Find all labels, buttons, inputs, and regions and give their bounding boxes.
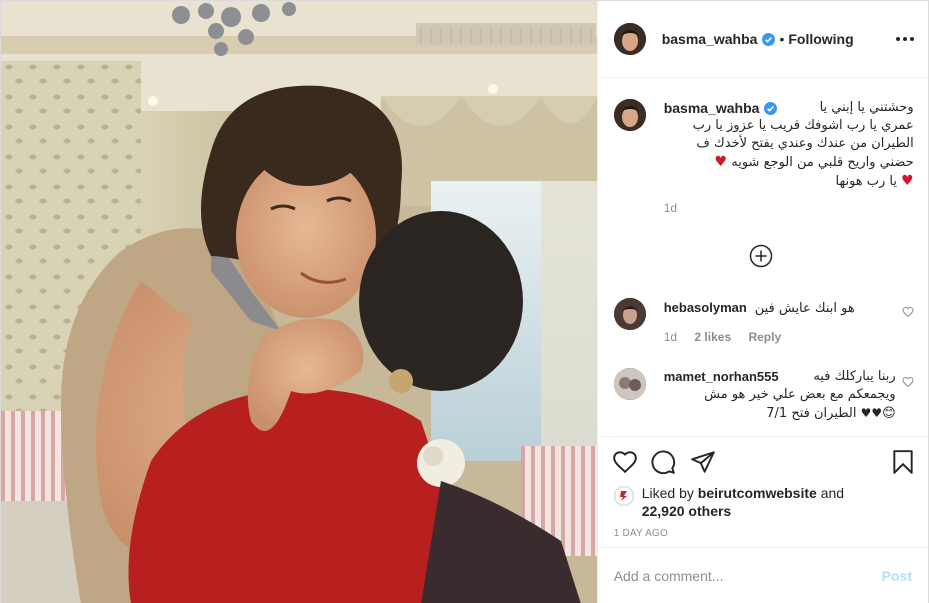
- comment-item: mamet_norhan555 ربنا يباركلك فيه ويجمعكم…: [613, 368, 914, 423]
- author-username[interactable]: basma_wahba: [662, 31, 758, 47]
- liked-by-others-count[interactable]: 22,920 others: [642, 503, 732, 519]
- comment-text-line-1: ربنا يباركلك فيه: [813, 369, 896, 384]
- post-actions-section: Liked by beirutcomwebsite and 22,920 oth…: [597, 436, 928, 547]
- comment-avatar[interactable]: [613, 368, 646, 400]
- blushing-face-emoji-icon: 😊: [882, 406, 896, 421]
- caption-author-avatar[interactable]: [613, 99, 646, 131]
- action-bar: [612, 449, 918, 475]
- post-side-panel: basma_wahba • Following basma_wahba وحشت…: [596, 1, 928, 603]
- caption-line-3: الطيران من عندك وعندي يفتح لأخدك ف: [696, 136, 914, 151]
- caption-username[interactable]: basma_wahba: [664, 99, 760, 117]
- liked-by-avatar[interactable]: [613, 486, 634, 506]
- comment-username[interactable]: mamet_norhan555: [664, 368, 779, 386]
- comment-username[interactable]: hebasolyman: [664, 300, 747, 315]
- add-comment-section: Post: [597, 547, 928, 603]
- liked-by-user[interactable]: beirutcomwebsite: [698, 485, 817, 501]
- caption-line-4: حضني واريح قلبي من الوجع شويه: [731, 155, 914, 170]
- author-avatar[interactable]: [613, 23, 646, 55]
- comment-avatar-image: [613, 368, 646, 400]
- add-comment-input[interactable]: [613, 568, 882, 584]
- comment-timestamp[interactable]: 1d: [664, 330, 677, 344]
- post-photo[interactable]: [1, 1, 597, 603]
- caption-line-5-row: ♥ يا رب هونها: [664, 172, 914, 191]
- comment-bubble-icon[interactable]: [650, 449, 676, 475]
- liked-by-row: Liked by beirutcomwebsite and 22,920 oth…: [613, 484, 845, 520]
- caption-line-1: وحشتني يا إبني يا: [819, 100, 914, 115]
- post-comment-button[interactable]: Post: [882, 568, 912, 584]
- comment-text-line-2: ويجمعكم مع بعض علي خير هو مش: [704, 387, 896, 402]
- more-options-icon[interactable]: [896, 31, 914, 47]
- like-heart-icon[interactable]: [612, 449, 638, 475]
- save-bookmark-icon[interactable]: [890, 449, 916, 475]
- following-button[interactable]: Following: [788, 31, 853, 47]
- comment-item: hebasolyman هو ابنك عايش فين 1d 2 likes …: [613, 298, 914, 346]
- post-header: basma_wahba • Following: [597, 1, 928, 78]
- comment-like-heart-icon[interactable]: [902, 306, 914, 318]
- comment-text: هو ابنك عايش فين: [754, 301, 855, 316]
- load-more-comments-icon[interactable]: [749, 244, 773, 268]
- caption-line-2: عمري يا رب اشوفك قريب يا عزوز يا رب: [692, 118, 914, 133]
- caption-avatar-image: [613, 99, 646, 131]
- red-heart-icon: ♥: [714, 154, 728, 170]
- caption-verified-badge-icon: [764, 102, 778, 115]
- caption-line-4-row: حضني واريح قلبي من الوجع شويه ♥: [664, 153, 914, 172]
- liked-by-and: and: [820, 485, 845, 501]
- instagram-post: basma_wahba • Following basma_wahba وحشت…: [0, 0, 929, 603]
- post-photo-image: [1, 1, 597, 603]
- comment-reply-button[interactable]: Reply: [748, 330, 781, 344]
- comment-likes-count[interactable]: 2 likes: [694, 330, 731, 344]
- comment-like-heart-icon[interactable]: [902, 376, 914, 388]
- black-hearts-icon: ♥♥: [860, 406, 883, 420]
- post-time-ago[interactable]: 1 DAY AGO: [614, 528, 668, 539]
- liked-by-avatar-image: [613, 486, 634, 506]
- comment-avatar[interactable]: [613, 298, 646, 330]
- comment-text-line-3: الطيران فتح 7/1: [766, 406, 857, 421]
- post-caption: basma_wahba وحشتني يا إبني يا عمري يا رب…: [613, 99, 914, 217]
- caption-timestamp[interactable]: 1d: [664, 199, 914, 217]
- share-paper-plane-icon[interactable]: [690, 449, 716, 475]
- broken-heart-icon: ♥: [901, 173, 914, 189]
- verified-badge-icon: [762, 32, 776, 46]
- author-avatar-image: [613, 23, 646, 55]
- comment-avatar-image: [613, 298, 646, 330]
- caption-line-5: يا رب هونها: [835, 174, 898, 189]
- comment-text-line-3-row: 😊♥♥ الطيران فتح 7/1: [664, 404, 896, 423]
- liked-by-prefix: Liked by: [641, 485, 694, 501]
- follow-separator: •: [779, 31, 785, 47]
